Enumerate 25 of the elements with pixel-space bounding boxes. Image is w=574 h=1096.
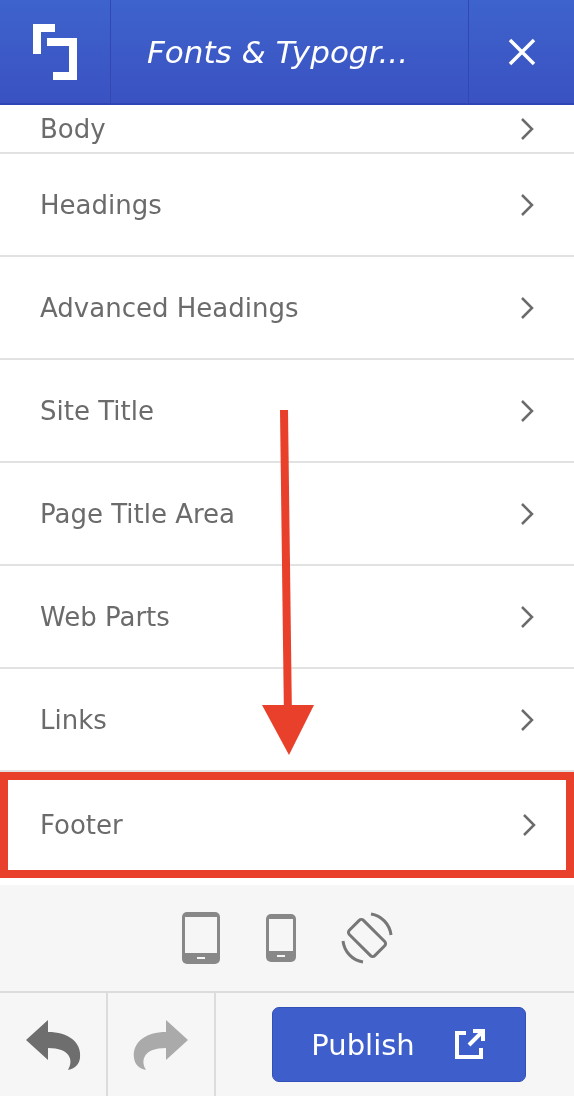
menu-item-label: Links bbox=[40, 704, 107, 735]
chevron-right-icon bbox=[520, 192, 534, 217]
menu-item-label: Footer bbox=[40, 810, 123, 840]
menu-item-label: Advanced Headings bbox=[40, 292, 299, 323]
menu-item[interactable]: Footer bbox=[0, 772, 574, 878]
chevron-right-icon bbox=[522, 813, 536, 837]
undo-icon[interactable] bbox=[24, 1019, 82, 1070]
close-icon bbox=[506, 36, 537, 67]
tablet-icon[interactable] bbox=[181, 911, 221, 965]
chevron-right-icon bbox=[520, 604, 534, 629]
panel-title: Fonts & Typogr... bbox=[146, 32, 409, 72]
menu-item-label: Site Title bbox=[40, 395, 154, 426]
chevron-right-icon bbox=[520, 116, 534, 141]
chevron-right-icon bbox=[520, 295, 534, 320]
menu-item-label: Headings bbox=[40, 189, 162, 220]
menu-item-label: Body bbox=[40, 113, 106, 144]
phone-icon[interactable] bbox=[265, 913, 297, 963]
publish-button[interactable]: Publish bbox=[272, 1007, 526, 1082]
logo-icon bbox=[33, 23, 77, 80]
menu-item-label: Web Parts bbox=[40, 601, 170, 632]
chevron-right-icon bbox=[520, 707, 534, 732]
menu-item-label: Page Title Area bbox=[40, 498, 236, 529]
chevron-right-icon bbox=[520, 398, 534, 423]
rotate-icon[interactable] bbox=[341, 911, 393, 965]
chevron-right-icon bbox=[520, 501, 534, 526]
